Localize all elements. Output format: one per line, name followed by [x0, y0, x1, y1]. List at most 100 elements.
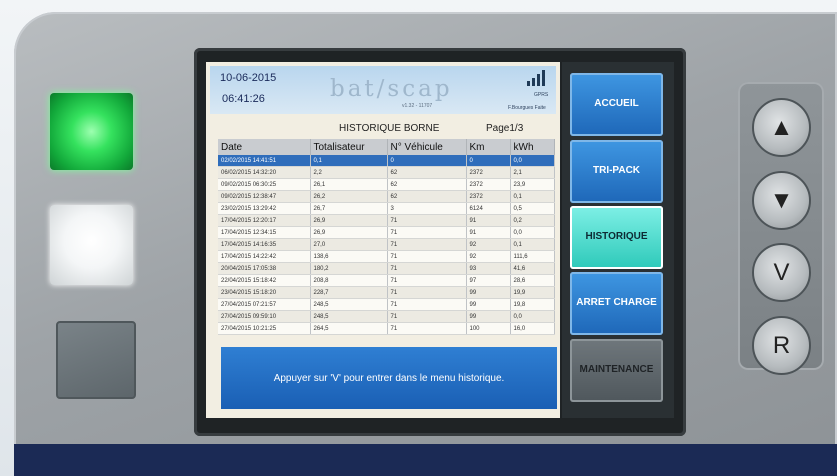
- table-cell: 27/04/2015 10:21:25: [218, 322, 311, 335]
- page-title: HISTORIQUE BORNE: [339, 123, 440, 134]
- table-cell: 19,9: [510, 286, 555, 299]
- table-cell: 2372: [466, 190, 511, 203]
- table-row[interactable]: 27/04/2015 09:59:10 248,5 71 99 0,0: [218, 310, 555, 323]
- table-cell: 26,1: [310, 178, 388, 191]
- table-cell: 228,7: [310, 286, 388, 299]
- table-row[interactable]: 27/04/2015 07:21:57 248,5 71 99 19,8: [218, 298, 555, 311]
- col-header-totalisateur: Totalisateur: [310, 139, 388, 155]
- table-cell: 97: [466, 274, 511, 287]
- table-cell: 2372: [466, 166, 511, 179]
- signal-icon: [527, 70, 545, 86]
- table-cell: 71: [387, 226, 467, 239]
- table-cell: 93: [466, 262, 511, 275]
- table-row[interactable]: 02/02/2015 14:41:51 0,1 0 0 0,0: [218, 155, 555, 167]
- table-cell: 22/04/2015 15:18:42: [218, 274, 311, 287]
- col-header-date: Date: [218, 139, 311, 155]
- table-cell: 248,5: [310, 310, 388, 323]
- table-cell: 248,5: [310, 298, 388, 311]
- table-cell: 99: [466, 286, 511, 299]
- status-led-green: [50, 93, 133, 170]
- table-cell: 09/02/2015 06:30:25: [218, 178, 311, 191]
- col-header-vehicule: N° Véhicule: [387, 139, 467, 155]
- table-cell: 180,2: [310, 262, 388, 275]
- table-cell: 0,1: [310, 155, 388, 167]
- table-cell: 92: [466, 250, 511, 263]
- table-row[interactable]: 09/02/2015 12:38:47 26,2 62 2372 0,1: [218, 190, 555, 203]
- table-cell: 0,0: [510, 310, 555, 323]
- table-row[interactable]: 27/04/2015 10:21:25 264,5 71 100 16,0: [218, 322, 555, 335]
- menu-accueil-button[interactable]: ACCUEIL: [570, 73, 663, 136]
- table-cell: 71: [387, 286, 467, 299]
- table-cell: 2372: [466, 178, 511, 191]
- table-cell: 23,9: [510, 178, 555, 191]
- reset-key[interactable]: R: [752, 316, 811, 375]
- table-cell: 0,1: [510, 190, 555, 203]
- table-cell: 23/04/2015 15:18:20: [218, 286, 311, 299]
- table-cell: 100: [466, 322, 511, 335]
- table-cell: 0: [466, 155, 511, 167]
- menu-historique-button[interactable]: HISTORIQUE: [570, 206, 663, 269]
- table-cell: 17/04/2015 14:16:35: [218, 238, 311, 251]
- page-number: Page1/3: [486, 123, 524, 134]
- table-cell: 111,6: [510, 250, 555, 263]
- table-cell: 99: [466, 310, 511, 323]
- table-cell: 2,1: [510, 166, 555, 179]
- table-cell: 62: [387, 178, 467, 191]
- validate-key[interactable]: V: [752, 243, 811, 302]
- table-row[interactable]: 22/04/2015 15:18:42 208,8 71 97 28,6: [218, 274, 555, 287]
- table-row[interactable]: 23/04/2015 15:18:20 228,7 71 99 19,9: [218, 286, 555, 299]
- software-version: v1.32 - 11707: [402, 103, 433, 109]
- menu-maintenance-button[interactable]: MAINTENANCE: [570, 339, 663, 402]
- table-cell: 19,8: [510, 298, 555, 311]
- table-row[interactable]: 20/04/2015 17:05:38 180,2 71 93 41,6: [218, 262, 555, 275]
- table-cell: 28,6: [510, 274, 555, 287]
- table-cell: 20/04/2015 17:05:38: [218, 262, 311, 275]
- table-row[interactable]: 06/02/2015 14:32:20 2,2 62 2372 2,1: [218, 166, 555, 179]
- table-cell: 208,8: [310, 274, 388, 287]
- table-cell: 09/02/2015 12:38:47: [218, 190, 311, 203]
- status-led-white: [50, 205, 133, 285]
- table-cell: 26,2: [310, 190, 388, 203]
- menu-arret-charge-button[interactable]: ARRET CHARGE: [570, 272, 663, 335]
- table-cell: 138,6: [310, 250, 388, 263]
- table-cell: 91: [466, 214, 511, 227]
- up-arrow-key[interactable]: ▲: [752, 98, 811, 157]
- table-cell: 0: [387, 155, 467, 167]
- table-cell: 02/02/2015 14:41:51: [218, 155, 311, 167]
- table-cell: 0,0: [510, 155, 555, 167]
- history-table: Date Totalisateur N° Véhicule Km kWh 02/…: [218, 139, 555, 335]
- table-cell: 71: [387, 250, 467, 263]
- menu-tripack-button[interactable]: TRI-PACK: [570, 140, 663, 203]
- table-cell: 23/02/2015 13:29:42: [218, 202, 311, 215]
- instruction-message: Appuyer sur 'V' pour entrer dans le menu…: [221, 347, 557, 409]
- table-cell: 6124: [466, 202, 511, 215]
- table-row[interactable]: 23/02/2015 13:29:42 26,7 3 6124 0,5: [218, 202, 555, 215]
- network-label: GPRS: [534, 92, 549, 98]
- table-row[interactable]: 17/04/2015 12:20:17 26,9 71 91 0,2: [218, 214, 555, 227]
- table-cell: 71: [387, 238, 467, 251]
- table-cell: 3: [387, 202, 467, 215]
- table-row[interactable]: 17/04/2015 12:34:15 26,9 71 91 0,0: [218, 226, 555, 239]
- table-cell: 91: [466, 226, 511, 239]
- table-cell: 99: [466, 298, 511, 311]
- table-row[interactable]: 17/04/2015 14:22:42 138,6 71 92 111,6: [218, 250, 555, 263]
- down-arrow-key[interactable]: ▼: [752, 171, 811, 230]
- table-row[interactable]: 17/04/2015 14:16:35 27,0 71 92 0,1: [218, 238, 555, 251]
- table-cell: 26,7: [310, 202, 388, 215]
- table-cell: 0,0: [510, 226, 555, 239]
- table-cell: 17/04/2015 14:22:42: [218, 250, 311, 263]
- status-led-off: [56, 321, 136, 399]
- table-cell: 71: [387, 310, 467, 323]
- table-cell: 71: [387, 214, 467, 227]
- table-cell: 92: [466, 238, 511, 251]
- table-row[interactable]: 09/02/2015 06:30:25 26,1 62 2372 23,9: [218, 178, 555, 191]
- table-cell: 0,5: [510, 202, 555, 215]
- col-header-kwh: kWh: [510, 139, 555, 155]
- table-cell: 27/04/2015 07:21:57: [218, 298, 311, 311]
- table-cell: 62: [387, 190, 467, 203]
- table-cell: 27,0: [310, 238, 388, 251]
- table-cell: 17/04/2015 12:34:15: [218, 226, 311, 239]
- table-cell: 26,9: [310, 226, 388, 239]
- table-cell: 0,2: [510, 214, 555, 227]
- col-header-km: Km: [466, 139, 511, 155]
